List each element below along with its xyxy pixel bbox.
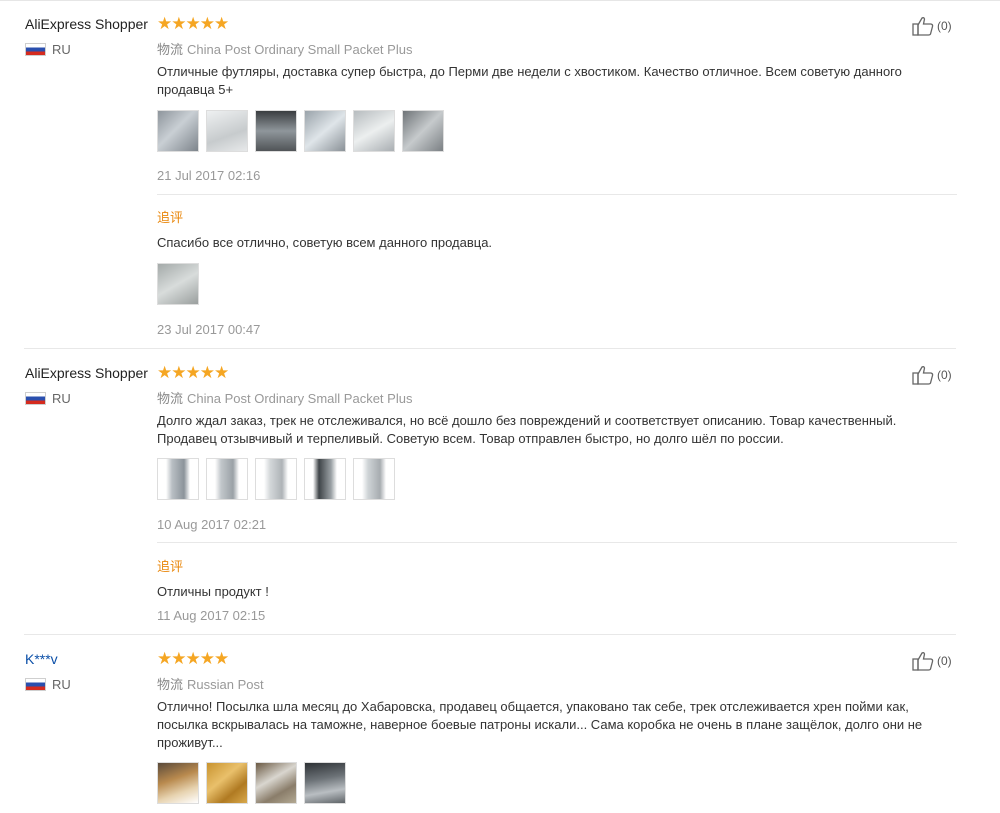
review-photo-thumbnail[interactable] [157,762,199,804]
logistics-info: 物流 Russian Post [157,674,264,693]
review-photo-thumbnail[interactable] [206,762,248,804]
review-photo-thumbnail[interactable] [157,263,199,305]
review-photo-thumbnail[interactable] [353,110,395,152]
followup-text: Спасибо все отлично, советую всем данног… [157,235,493,250]
reviewer-name[interactable]: AliExpress Shopper [25,365,148,381]
review-divider [24,348,956,349]
review-photos [157,110,451,152]
review-photo-thumbnail[interactable] [157,458,199,500]
helpful-button[interactable]: (0) [912,651,952,671]
helpful-button[interactable]: (0) [912,365,952,385]
review-photo-thumbnail[interactable] [255,110,297,152]
followup-label: 追评 [157,210,184,225]
review-date: 10 Aug 2017 02:21 [157,517,267,532]
review-text: Долго ждал заказ, трек не отслеживался, … [157,413,897,446]
logistics-label: 物流 [157,391,184,406]
review-photo-thumbnail[interactable] [304,762,346,804]
followup-photos [157,263,206,305]
russia-flag-icon [25,392,46,405]
thumbs-up-icon [912,366,934,385]
followup-divider [157,194,957,195]
star-rating: ★★★★★ [157,14,229,33]
russia-flag-icon [25,43,46,56]
helpful-count: (0) [937,19,952,33]
review-photos [157,458,402,500]
reviewer-country: RU [25,42,71,57]
review-photo-thumbnail[interactable] [255,762,297,804]
review-divider [24,634,956,635]
thumbs-up-icon [912,652,934,671]
logistics-value: China Post Ordinary Small Packet Plus [187,42,413,57]
review-photo-thumbnail[interactable] [255,458,297,500]
review-photo-thumbnail[interactable] [157,110,199,152]
followup-divider [157,542,957,543]
country-code: RU [52,677,71,692]
star-rating: ★★★★★ [157,363,229,382]
review-text: Отлично! Посылка шла месяц до Хабаровска… [157,699,923,750]
review-photo-thumbnail[interactable] [353,458,395,500]
helpful-count: (0) [937,654,952,668]
followup-date: 11 Aug 2017 02:15 [157,608,266,623]
helpful-button[interactable]: (0) [912,16,952,36]
country-code: RU [52,391,71,406]
review-photos [157,762,353,804]
review-photo-thumbnail[interactable] [206,110,248,152]
thumbs-up-icon [912,17,934,36]
logistics-info: 物流 China Post Ordinary Small Packet Plus [157,388,412,407]
logistics-value: Russian Post [187,677,264,692]
reviewer-country: RU [25,677,71,692]
russia-flag-icon [25,678,46,691]
helpful-count: (0) [937,368,952,382]
logistics-value: China Post Ordinary Small Packet Plus [187,391,413,406]
logistics-label: 物流 [157,42,184,57]
review-photo-thumbnail[interactable] [206,458,248,500]
reviewer-country: RU [25,391,71,406]
review-text: Отличные футляры, доставка супер быстра,… [157,64,902,97]
logistics-label: 物流 [157,677,184,692]
country-code: RU [52,42,71,57]
top-divider [0,0,1000,1]
review-photo-thumbnail[interactable] [402,110,444,152]
star-rating: ★★★★★ [157,649,229,668]
review-photo-thumbnail[interactable] [304,458,346,500]
followup-date: 23 Jul 2017 00:47 [157,322,261,337]
logistics-info: 物流 China Post Ordinary Small Packet Plus [157,39,412,58]
followup-label: 追评 [157,559,184,574]
reviewer-name[interactable]: AliExpress Shopper [25,16,148,32]
review-photo-thumbnail[interactable] [304,110,346,152]
followup-text: Отличны продукт ! [157,584,269,599]
review-date: 21 Jul 2017 02:16 [157,168,261,183]
reviewer-name[interactable]: K***v [25,651,58,667]
